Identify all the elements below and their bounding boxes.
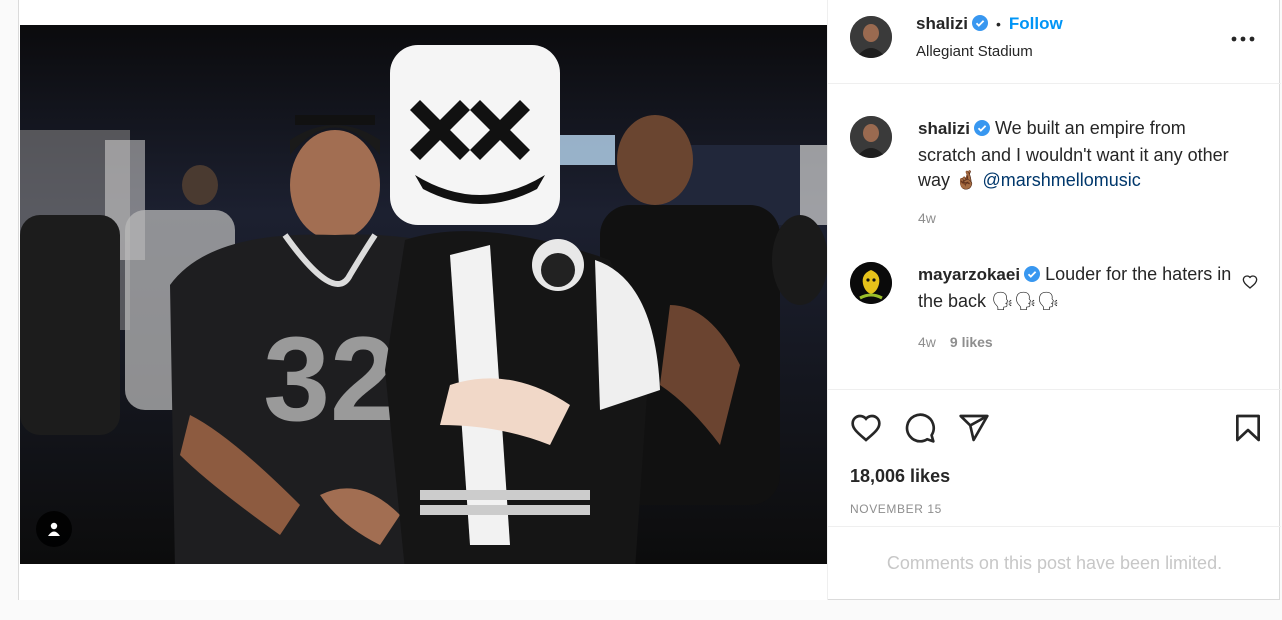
user-tag-button[interactable] [36,511,72,547]
post-photo[interactable]: 32 [20,25,827,564]
avatar-image [850,16,892,58]
caption-avatar-image [850,116,892,158]
post-actions [828,392,1281,462]
like-count[interactable]: 18,006 likes [850,466,950,487]
caption-username[interactable]: shalizi [918,119,970,138]
comment-like-icon[interactable] [1242,274,1258,295]
caption-avatar[interactable] [850,116,892,158]
post-location[interactable]: Allegiant Stadium [916,43,1033,60]
caption-age[interactable]: 4w [918,210,936,226]
comment-avatar[interactable] [850,262,892,304]
caption-text: shalizi We built an empire from scratch … [918,116,1248,193]
verified-badge-icon [1024,264,1041,289]
verified-badge-icon [973,118,990,143]
like-heart-icon[interactable] [850,412,882,449]
follow-button[interactable]: Follow [1009,14,1063,33]
share-icon[interactable] [958,412,990,449]
comment-avatar-image [850,262,892,304]
user-tag-icon [48,522,60,536]
comment-text: mayarzokaei Louder for the haters in the… [918,262,1248,314]
post-container: 32 shalizi • Follow Allegiant Stadium sh… [18,0,1281,600]
comments-limited-notice: Comments on this post have been limited. [828,526,1281,600]
separator-dot: • [995,16,1001,32]
post-media: 32 [19,0,827,600]
comment-age[interactable]: 4w [918,334,936,350]
comment-icon[interactable] [904,412,936,449]
post-sidebar: shalizi • Follow Allegiant Stadium shalizi… [827,0,1281,600]
author-username[interactable]: shalizi [916,14,968,33]
verified-badge-icon [971,15,988,36]
caption-meta: 4w [918,210,936,226]
photo-illustration: 32 [20,25,827,564]
post-header: shalizi • Follow Allegiant Stadium [828,0,1281,84]
comment-meta: 4w 9 likes [918,334,993,350]
comment-username[interactable]: mayarzokaei [918,265,1020,284]
caption-mention-link[interactable]: @marshmellomusic [982,170,1140,190]
more-options-icon[interactable] [1231,30,1255,48]
svg-text:32: 32 [263,312,396,446]
save-bookmark-icon[interactable] [1232,412,1264,449]
comment-likes[interactable]: 9 likes [950,334,993,350]
comments-section: shalizi We built an empire from scratch … [828,84,1281,390]
author-avatar[interactable] [850,16,892,58]
post-date[interactable]: NOVEMBER 15 [850,502,942,516]
